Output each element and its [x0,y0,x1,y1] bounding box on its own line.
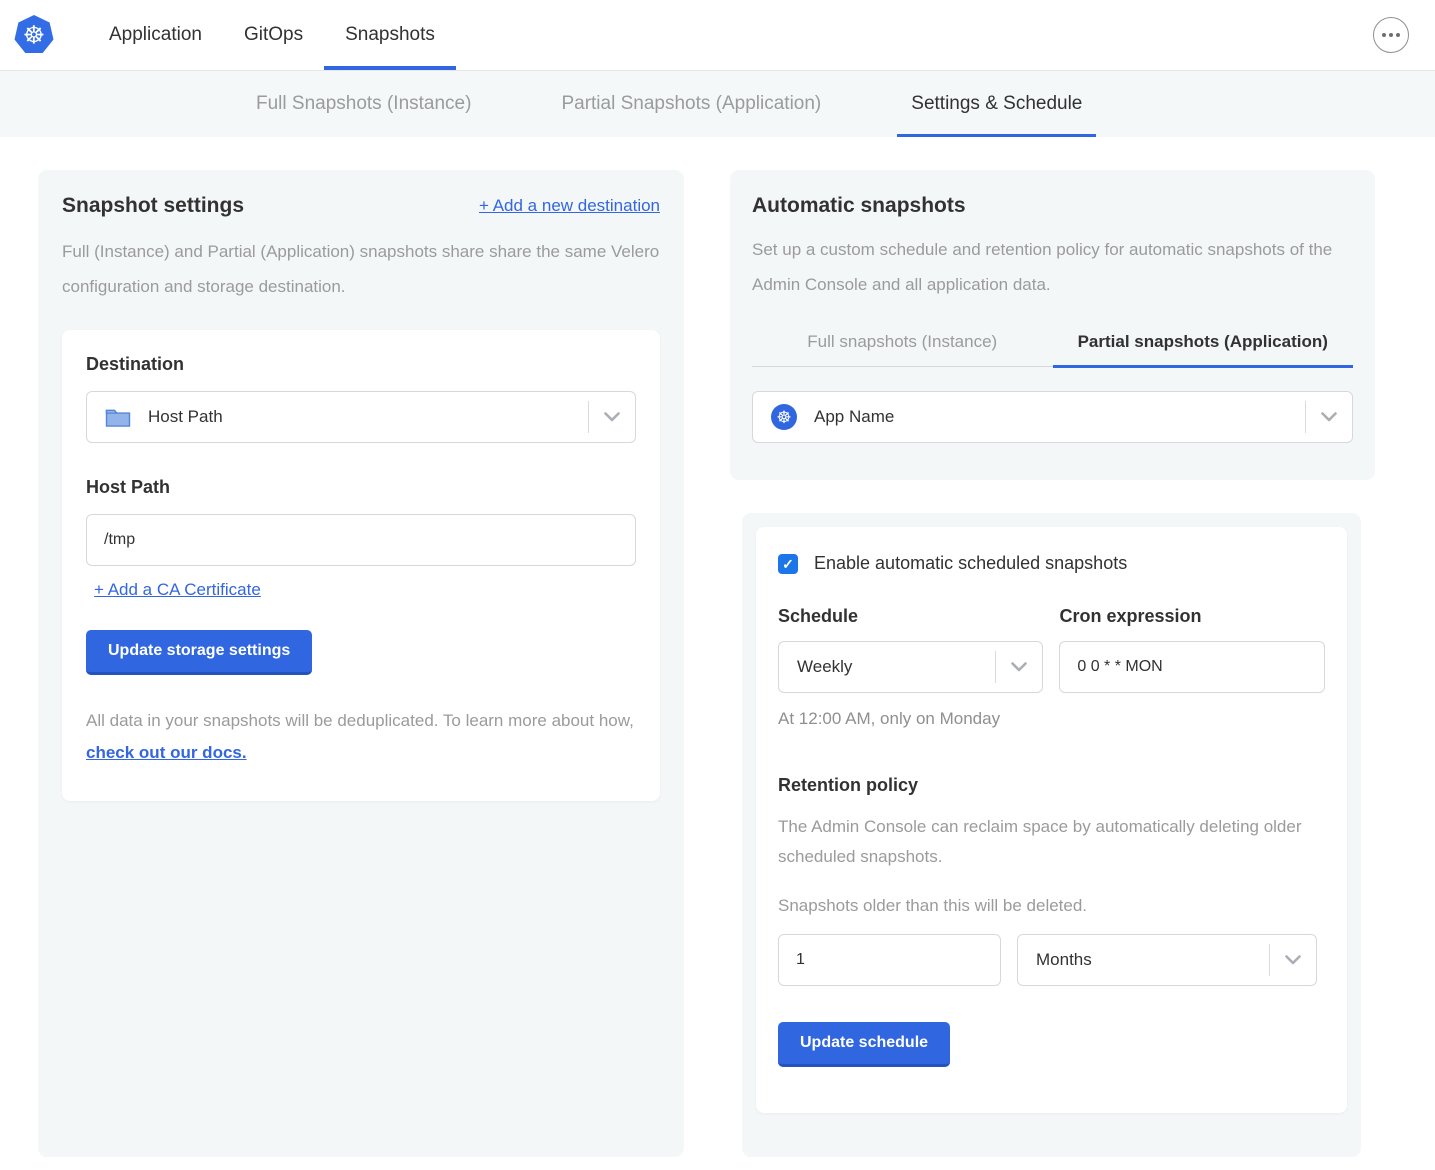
add-ca-certificate-link[interactable]: + Add a CA Certificate [94,580,261,599]
tab-partial-snapshots[interactable]: Partial Snapshots (Application) [547,71,835,137]
ellipsis-icon [1382,33,1386,37]
automatic-snapshots-panel: Automatic snapshots Set up a custom sche… [730,170,1375,480]
storage-settings-card: Destination Host Path Host Path + Add [62,330,660,801]
schedule-panel: Enable automatic scheduled snapshots Sch… [742,513,1361,1157]
update-storage-settings-button[interactable]: Update storage settings [86,630,312,675]
enable-snapshots-label[interactable]: Enable automatic scheduled snapshots [814,553,1127,574]
chevron-down-icon [589,412,635,422]
nav-item-application[interactable]: Application [88,0,223,70]
snapshot-settings-title: Snapshot settings [62,194,244,218]
snapshot-settings-panel: Snapshot settings + Add a new destinatio… [38,170,684,1157]
schedule-interval-value: Weekly [797,657,852,677]
tab-settings-schedule[interactable]: Settings & Schedule [897,71,1096,137]
overflow-menu-button[interactable] [1373,17,1409,53]
automatic-snapshots-title: Automatic snapshots [752,194,1353,218]
schedule-label: Schedule [778,606,1044,627]
retention-unit-value: Months [1036,950,1092,970]
destination-select-value: Host Path [148,407,223,427]
snapshot-settings-description: Full (Instance) and Partial (Application… [62,234,660,304]
tab-full-snapshots[interactable]: Full Snapshots (Instance) [242,71,485,137]
cron-expression-input[interactable] [1059,641,1325,693]
chevron-down-icon [996,662,1042,672]
content: Snapshot settings + Add a new destinatio… [0,137,1435,1157]
folder-icon [105,406,131,428]
dedup-note: All data in your snapshots will be dedup… [86,705,636,769]
nav-item-snapshots[interactable]: Snapshots [324,0,456,70]
automatic-snapshots-tabs: Full snapshots (Instance) Partial snapsh… [752,324,1353,367]
tab-full-snapshots-instance[interactable]: Full snapshots (Instance) [752,324,1053,368]
destination-select[interactable]: Host Path [86,391,636,443]
snapshots-subnav: Full Snapshots (Instance) Partial Snapsh… [0,70,1435,137]
automatic-snapshots-description: Set up a custom schedule and retention p… [752,232,1353,302]
retention-policy-description: The Admin Console can reclaim space by a… [778,812,1318,872]
primary-nav: Application GitOps Snapshots [88,0,456,70]
schedule-interval-select[interactable]: Weekly [778,641,1043,693]
retention-value-input[interactable] [778,934,1001,986]
app-logo[interactable]: ☸ [14,0,54,70]
top-nav: ☸ Application GitOps Snapshots [0,0,1435,70]
cron-expression-label: Cron expression [1060,606,1326,627]
add-new-destination-link[interactable]: + Add a new destination [479,196,660,216]
retention-hint: Snapshots older than this will be delete… [778,896,1325,916]
svg-text:☸: ☸ [23,21,45,50]
docs-link[interactable]: check out our docs. [86,743,247,762]
update-schedule-button[interactable]: Update schedule [778,1022,950,1067]
tab-partial-snapshots-application[interactable]: Partial snapshots (Application) [1053,324,1354,368]
app-select-value: App Name [814,407,894,427]
chevron-down-icon [1306,412,1352,422]
chevron-down-icon [1270,955,1316,965]
app-kubernetes-icon: ☸ [771,404,797,430]
enable-snapshots-checkbox[interactable] [778,554,798,574]
destination-label: Destination [86,354,636,375]
schedule-card: Enable automatic scheduled snapshots Sch… [756,527,1347,1113]
right-column: Automatic snapshots Set up a custom sche… [730,170,1375,1157]
retention-policy-title: Retention policy [778,775,1325,796]
retention-unit-select[interactable]: Months [1017,934,1317,986]
nav-item-gitops[interactable]: GitOps [223,0,324,70]
host-path-label: Host Path [86,477,636,498]
cron-human-readable: At 12:00 AM, only on Monday [778,709,1325,729]
host-path-input[interactable] [86,514,636,566]
app-select[interactable]: ☸ App Name [752,391,1353,443]
kubernetes-logo-icon: ☸ [14,13,54,57]
